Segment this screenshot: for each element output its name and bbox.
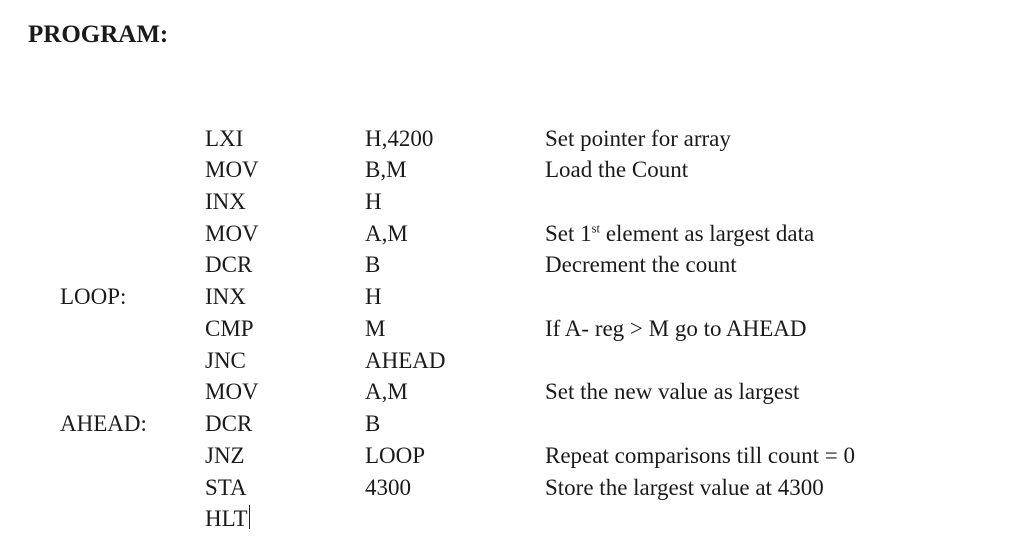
mnemonic-column: HLT [205, 503, 365, 535]
mnemonic-column: MOV [205, 218, 365, 250]
mnemonic-column: DCR [205, 408, 365, 440]
code-row: INXH [60, 186, 996, 218]
operand-column: A,M [365, 376, 545, 408]
comment-column: Decrement the count [545, 249, 996, 281]
code-row: AHEAD:DCRB [60, 408, 996, 440]
code-row: MOVB,MLoad the Count [60, 154, 996, 186]
operand-column: M [365, 313, 545, 345]
mnemonic-column: JNC [205, 345, 365, 377]
code-row: JNZLOOPRepeat comparisons till count = 0 [60, 440, 996, 472]
operand-column: H,4200 [365, 123, 545, 155]
mnemonic-column: STA [205, 472, 365, 504]
comment-column: Repeat comparisons till count = 0 [545, 440, 996, 472]
code-row: MOVA,MSet 1st element as largest data [60, 218, 996, 250]
code-row: MOVA,MSet the new value as largest [60, 376, 996, 408]
mnemonic-column: INX [205, 281, 365, 313]
label-column: LOOP: [60, 281, 205, 313]
label-column: AHEAD: [60, 408, 205, 440]
text-cursor [249, 505, 250, 529]
comment-column: Set the new value as largest [545, 376, 996, 408]
mnemonic-column: JNZ [205, 440, 365, 472]
operand-column: H [365, 186, 545, 218]
operand-column: H [365, 281, 545, 313]
comment-column: Set pointer for array [545, 123, 996, 155]
program-heading: PROGRAM: [28, 18, 996, 53]
code-row: DCRBDecrement the count [60, 249, 996, 281]
operand-column: LOOP [365, 440, 545, 472]
code-row: HLT [60, 503, 996, 535]
comment-column: Store the largest value at 4300 [545, 472, 996, 504]
operand-column: A,M [365, 218, 545, 250]
operand-column: B,M [365, 154, 545, 186]
operand-column: B [365, 408, 545, 440]
operand-column: B [365, 249, 545, 281]
code-row: JNCAHEAD [60, 345, 996, 377]
page: PROGRAM: LXIH,4200Set pointer for arrayM… [0, 0, 1024, 551]
mnemonic-column: INX [205, 186, 365, 218]
comment-column: Load the Count [545, 154, 996, 186]
comment-column: If A- reg > M go to AHEAD [545, 313, 996, 345]
operand-column: 4300 [365, 472, 545, 504]
mnemonic-column: MOV [205, 376, 365, 408]
code-row: STA4300Store the largest value at 4300 [60, 472, 996, 504]
code-row: CMPMIf A- reg > M go to AHEAD [60, 313, 996, 345]
assembly-listing: LXIH,4200Set pointer for arrayMOVB,MLoad… [60, 123, 996, 536]
mnemonic-column: DCR [205, 249, 365, 281]
code-row: LOOP:INXH [60, 281, 996, 313]
mnemonic-column: CMP [205, 313, 365, 345]
code-row: LXIH,4200Set pointer for array [60, 123, 996, 155]
mnemonic-column: LXI [205, 123, 365, 155]
comment-column: Set 1st element as largest data [545, 218, 996, 250]
mnemonic-column: MOV [205, 154, 365, 186]
operand-column: AHEAD [365, 345, 545, 377]
